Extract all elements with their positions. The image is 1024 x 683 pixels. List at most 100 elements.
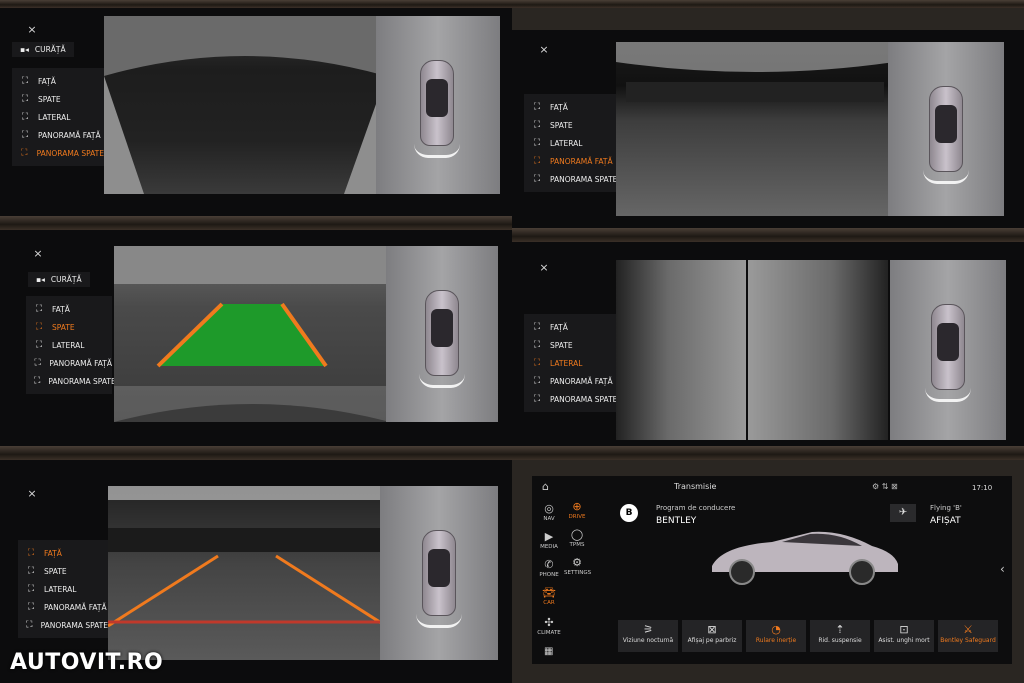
menu-item-front-panorama[interactable]: ⛶ PANORAMĂ FAȚĂ (524, 372, 624, 390)
nav-label: MEDIA (540, 544, 558, 550)
car-top-view-icon (422, 530, 456, 616)
menu-label: FAȚĂ (550, 322, 568, 332)
home-icon[interactable]: ⌂ (542, 480, 549, 493)
tile-night-vision[interactable]: ⚞ Viziune nocturnă (618, 620, 678, 652)
menu-label: PANORAMA SPATE (550, 174, 618, 184)
car-button[interactable]: 🚘︎ CAR (536, 586, 562, 606)
menu-item-front-panorama[interactable]: ⛶ PANORAMĂ FAȚĂ (18, 598, 108, 616)
tile-label: Rulare inerție (755, 637, 797, 644)
nav-button[interactable]: ◎ NAV (536, 502, 562, 522)
expand-chevron-icon[interactable]: ‹ (1000, 562, 1005, 576)
flying-b-value[interactable]: AFIȘAT (930, 516, 961, 526)
drive-program-value[interactable]: BENTLEY (656, 516, 696, 526)
menu-item-side[interactable]: ⛶ LATERAL (26, 336, 112, 354)
flying-b-icon: ✈ (890, 504, 916, 522)
camera-view-menu: ⛶ FAȚĂ ⛶ SPATE ⛶ LATERAL ⛶ PANORAMĂ FAȚĂ ⛶ PA… (18, 540, 108, 638)
menu-label: SPATE (44, 566, 67, 576)
top-down-view (888, 42, 1004, 216)
camera-view-menu: ⛶ FAȚĂ ⛶ SPATE ⛶ LATERAL ⛶ PANORAMĂ FAȚĂ ⛶ PA… (524, 314, 624, 412)
climate-button[interactable]: ✣ CLIMATE (536, 616, 562, 636)
tyre-icon: ◯ (570, 528, 584, 541)
menu-item-front-panorama[interactable]: ⛶ PANORAMĂ FAȚĂ (12, 126, 104, 144)
divider (512, 228, 1024, 242)
menu-item-rear[interactable]: ⛶ SPATE (524, 116, 624, 134)
menu-label: PANORAMA SPATE (48, 376, 116, 386)
menu-label: FAȚĂ (44, 548, 62, 558)
menu-item-front[interactable]: ⛶ FAȚĂ (18, 544, 108, 562)
close-icon[interactable]: × (536, 42, 552, 58)
close-icon[interactable]: × (24, 22, 40, 38)
side-camera-icon: ⛶ (21, 112, 29, 122)
head-up-display-icon: ⊠ (707, 623, 717, 636)
menu-item-front-panorama[interactable]: ⛶ PANORAMĂ FAȚĂ (524, 152, 624, 170)
menu-item-rear-panorama[interactable]: ⛶ PANORAMA SPATE (12, 144, 104, 162)
menu-label: FAȚĂ (38, 76, 56, 86)
menu-item-rear[interactable]: ⛶ SPATE (26, 318, 112, 336)
tile-bentley-safeguard[interactable]: ⚔ Bentley Safeguard (938, 620, 998, 652)
menu-label: LATERAL (52, 340, 85, 350)
close-icon[interactable]: × (536, 260, 552, 276)
menu-item-side[interactable]: ⛶ LATERAL (524, 134, 624, 152)
menu-item-side[interactable]: ⛶ LATERAL (12, 108, 104, 126)
media-button[interactable]: ▶ MEDIA (536, 530, 562, 550)
close-icon[interactable]: × (30, 246, 46, 262)
camera-screen-rear: × ▪◂ CURĂȚĂ ⛶ FAȚĂ ⛶ SPATE ⛶ LATERAL ⛶ PANOR… (0, 230, 512, 446)
menu-label: PANORAMĂ FAȚĂ (550, 376, 613, 386)
close-icon[interactable]: × (24, 486, 40, 502)
car-top-view-icon (929, 86, 963, 172)
menu-item-rear-panorama[interactable]: ⛶ PANORAMA SPATE (524, 390, 624, 408)
menu-item-side[interactable]: ⛶ LATERAL (18, 580, 108, 598)
camera-screen-side: × ⛶ FAȚĂ ⛶ SPATE ⛶ LATERAL ⛶ PANORAMĂ FAȚĂ ⛶… (512, 242, 1024, 446)
tpms-button[interactable]: ◯ TPMS (564, 528, 590, 548)
tile-blind-spot-assist[interactable]: ⊡ Asist. unghi mort (874, 620, 934, 652)
camera-view-menu: ⛶ FAȚĂ ⛶ SPATE ⛶ LATERAL ⛶ PANORAMĂ FAȚĂ ⛶ PA… (26, 296, 116, 394)
menu-item-rear[interactable]: ⛶ SPATE (524, 336, 624, 354)
clean-camera-button[interactable]: ▪◂ CURĂȚĂ (28, 272, 90, 287)
menu-item-rear-panorama[interactable]: ⛶ PANORAMA SPATE (524, 170, 624, 188)
menu-label: PANORAMĂ FAȚĂ (550, 156, 613, 166)
menu-item-front[interactable]: ⛶ FAȚĂ (524, 318, 624, 336)
menu-item-side[interactable]: ⛶ LATERAL (524, 354, 624, 372)
menu-item-rear-panorama[interactable]: ⛶ PANORAMA SPATE (18, 616, 108, 634)
phone-button[interactable]: ✆ PHONE (536, 558, 562, 578)
tile-suspension-raise[interactable]: ⇡ Rid. suspensie (810, 620, 870, 652)
divider (512, 446, 1024, 460)
camera-feed (616, 42, 894, 216)
rear-camera-icon: ⛶ (533, 120, 541, 130)
tile-coasting[interactable]: ◔ Rulare inerție (746, 620, 806, 652)
menu-item-front[interactable]: ⛶ FAȚĂ (524, 98, 624, 116)
bentley-mode-icon: B (620, 504, 638, 522)
divider (0, 216, 512, 230)
clean-camera-button[interactable]: ▪◂ CURĂȚĂ (12, 42, 74, 57)
apps-grid-icon[interactable]: ▦ (544, 646, 553, 657)
menu-item-front-panorama[interactable]: ⛶ PANORAMĂ FAȚĂ (26, 354, 112, 372)
front-camera-icon: ⛶ (533, 102, 541, 112)
menu-label: LATERAL (550, 358, 583, 368)
menu-label: FAȚĂ (550, 102, 568, 112)
front-panorama-icon: ⛶ (21, 130, 29, 140)
rear-panorama-icon: ⛶ (26, 620, 33, 630)
side-camera-icon: ⛶ (533, 358, 541, 368)
rear-panorama-icon: ⛶ (533, 394, 541, 404)
car-top-view-icon (931, 304, 965, 390)
steering-icon: ⊕ (572, 500, 582, 513)
settings-button[interactable]: ⚙ SETTINGS (564, 556, 591, 576)
front-panorama-icon: ⛶ (533, 376, 541, 386)
tile-head-up-display[interactable]: ⊠ Afișaj pe parbriz (682, 620, 742, 652)
menu-label: LATERAL (550, 138, 583, 148)
status-bar: ⌂ Transmisie ⚙ ⇅ ⊠ 17:10 (532, 476, 1012, 502)
menu-item-front[interactable]: ⛶ FAȚĂ (26, 300, 112, 318)
rear-camera-icon: ⛶ (21, 94, 29, 104)
menu-item-rear-panorama[interactable]: ⛶ PANORAMA SPATE (26, 372, 116, 390)
menu-label: SPATE (52, 322, 75, 332)
tile-label: Bentley Safeguard (940, 637, 996, 644)
front-camera-icon: ⛶ (21, 76, 29, 86)
menu-item-rear[interactable]: ⛶ SPATE (12, 90, 104, 108)
camera-screen-front-panorama: × ⛶ FAȚĂ ⛶ SPATE ⛶ LATERAL ⛶ PANORAMĂ FAȚĂ ⛶… (512, 30, 1024, 228)
menu-item-front[interactable]: ⛶ FAȚĂ (12, 72, 104, 90)
top-down-view (386, 246, 498, 422)
drive-button[interactable]: ⊕ DRIVE (564, 500, 590, 520)
camera-feed-graphic (114, 246, 390, 422)
parking-arc-icon (416, 614, 462, 628)
menu-item-rear[interactable]: ⛶ SPATE (18, 562, 108, 580)
